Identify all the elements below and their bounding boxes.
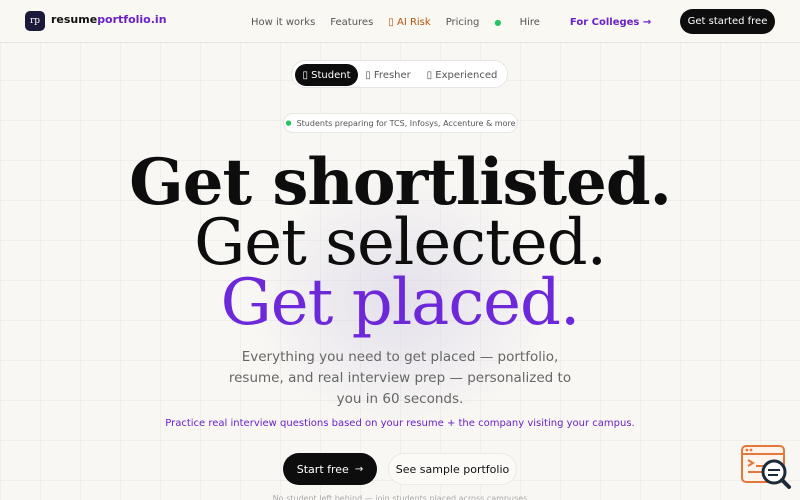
start-free-button[interactable]: Start free →	[283, 453, 377, 485]
hero-subtext: Everything you need to get placed — port…	[228, 349, 572, 407]
live-dot-icon: ●	[285, 119, 292, 127]
see-sample-button[interactable]: See sample portfolio	[388, 453, 517, 485]
arrow-right-icon: →	[354, 463, 364, 475]
nav-links: How it works Features ▯ AI Risk Pricing …	[251, 15, 666, 29]
nav-pricing[interactable]: Pricing	[446, 17, 480, 28]
nav-for-colleges[interactable]: For Colleges →	[570, 17, 651, 28]
tab-experienced[interactable]: ▯ Experienced	[422, 64, 502, 86]
code-search-icon[interactable]	[740, 444, 792, 490]
nav-how-it-works[interactable]: How it works	[251, 17, 315, 28]
logo-icon[interactable]: rp	[25, 11, 45, 31]
nav-features[interactable]: Features	[330, 17, 373, 28]
footnote: No student left behind — join students p…	[272, 494, 528, 500]
start-free-label: Start free	[296, 462, 349, 476]
live-dot-icon: ●	[494, 17, 502, 27]
get-started-button[interactable]: Get started free	[680, 9, 775, 34]
badge-text: Students preparing for TCS, Infosys, Acc…	[296, 118, 516, 128]
nav-ai-risk[interactable]: ▯ AI Risk	[388, 17, 430, 28]
nav-hire[interactable]: ● Hire	[494, 17, 555, 28]
tab-student[interactable]: ▯ Student	[295, 64, 358, 86]
top-navigation: rp resumeportfolio.in How it works Featu…	[0, 0, 800, 43]
brand-name[interactable]: resumeportfolio.in	[51, 13, 167, 26]
students-badge: ● Students preparing for TCS, Infosys, A…	[283, 113, 518, 133]
practice-text: Practice real interview questions based …	[165, 418, 635, 429]
tab-fresher[interactable]: ▯ Fresher	[362, 64, 414, 86]
headline-line-3: Get placed.	[220, 266, 581, 340]
brand-accent: portfolio.in	[97, 13, 167, 26]
brand-main: resume	[51, 13, 98, 26]
audience-toggle: ▯ Student ▯ Fresher ▯ Experienced	[291, 60, 508, 88]
nav-hire-label: Hire	[519, 16, 540, 28]
